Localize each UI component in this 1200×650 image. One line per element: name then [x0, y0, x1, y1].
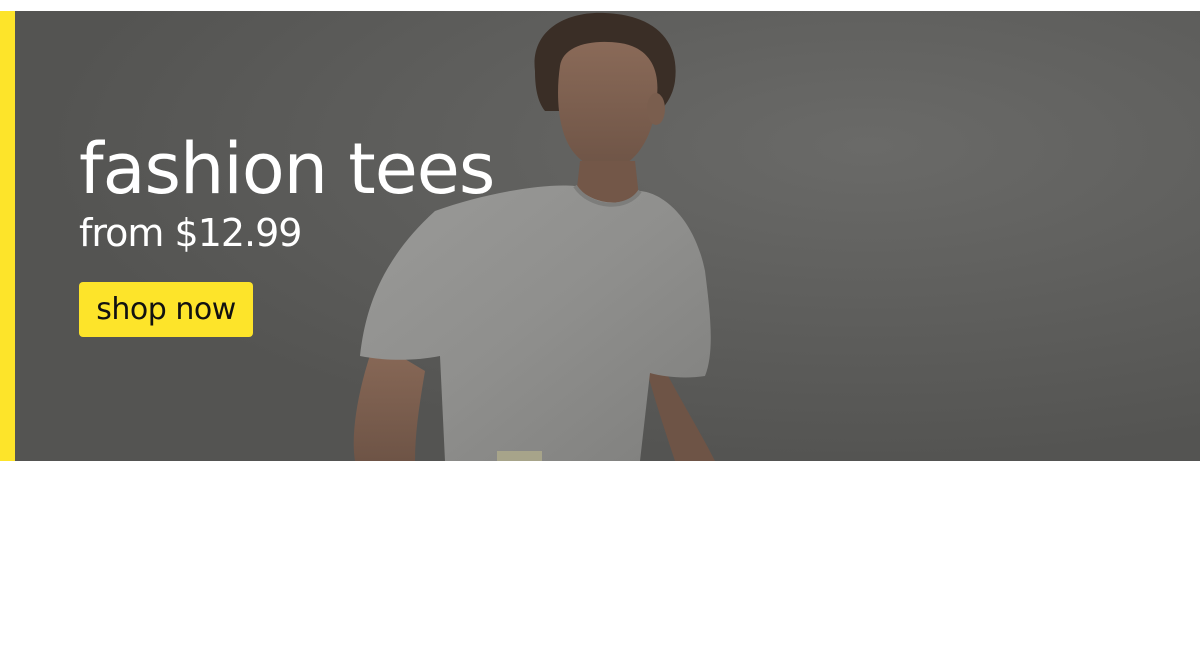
headline: fashion tees [79, 128, 495, 210]
price-subline: from $12.99 [79, 211, 302, 255]
shop-now-button[interactable]: shop now [79, 282, 253, 337]
accent-bar [0, 11, 15, 461]
hero-text: fashion tees from $12.99 [79, 127, 495, 256]
hero-banner[interactable]: fashion tees from $12.99 shop now [0, 11, 1200, 461]
